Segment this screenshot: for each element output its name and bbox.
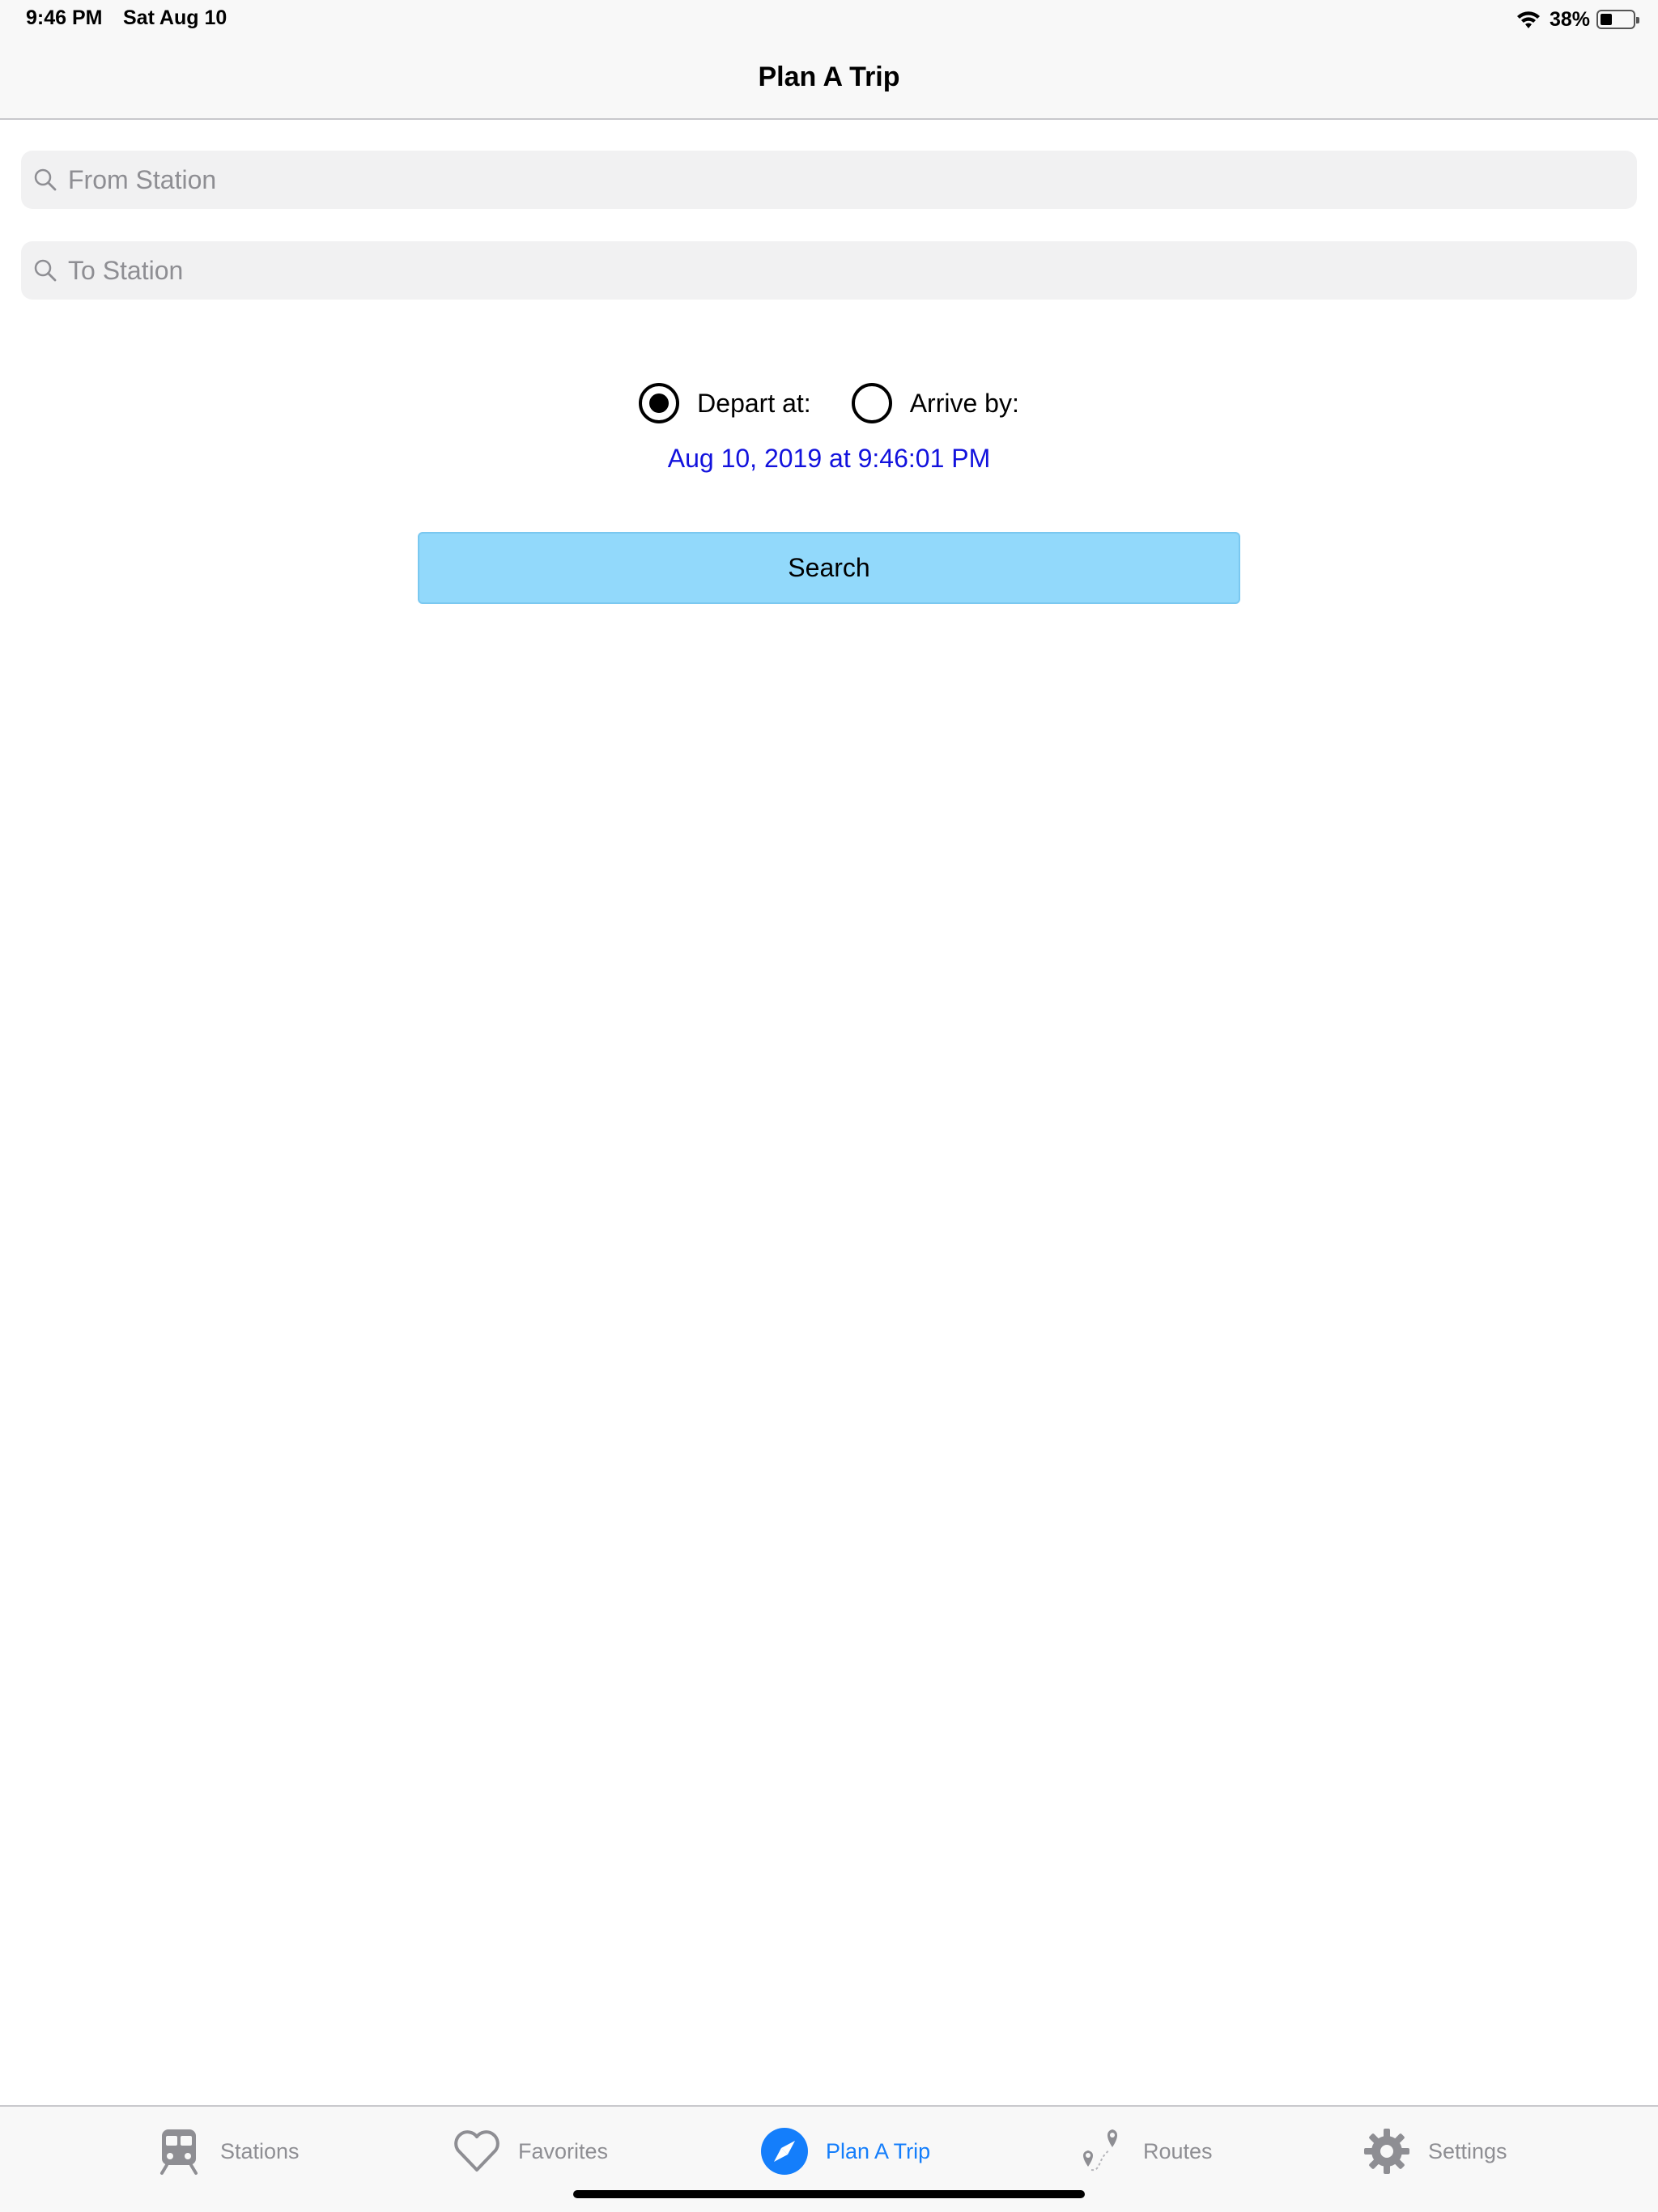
depart-at-label: Depart at: xyxy=(697,388,811,418)
to-station-input[interactable] xyxy=(68,255,1637,286)
time-mode-selector: Depart at: Arrive by: xyxy=(0,379,1658,428)
search-button[interactable]: Search xyxy=(418,532,1240,604)
tab-label: Routes xyxy=(1143,2138,1213,2163)
depart-at-option[interactable]: Depart at: xyxy=(639,383,811,423)
tab-stations[interactable]: Stations xyxy=(154,2123,300,2180)
search-icon xyxy=(34,168,57,191)
tab-settings[interactable]: Settings xyxy=(1362,2123,1507,2180)
status-indicators: 38% xyxy=(1516,6,1639,32)
status-bar: 9:46 PM Sat Aug 10 38% xyxy=(0,0,1658,39)
route-pins-icon xyxy=(1083,2129,1117,2172)
page-title: Plan A Trip xyxy=(758,62,900,92)
tab-label: Stations xyxy=(220,2138,300,2163)
status-date: Sat Aug 10 xyxy=(123,6,227,29)
battery-tip xyxy=(1636,17,1639,23)
arrive-by-label: Arrive by: xyxy=(909,388,1019,418)
wifi-icon xyxy=(1516,11,1540,28)
status-time: 9:46 PM xyxy=(26,6,103,29)
tab-label: Plan A Trip xyxy=(826,2138,931,2163)
navigation-bar: Plan A Trip xyxy=(0,39,1658,120)
heart-icon xyxy=(454,2130,500,2172)
to-station-field[interactable] xyxy=(21,241,1637,300)
home-indicator[interactable] xyxy=(573,2190,1085,2198)
arrive-by-option[interactable]: Arrive by: xyxy=(851,383,1019,423)
battery-icon xyxy=(1596,10,1639,29)
train-icon xyxy=(160,2129,198,2175)
tab-label: Favorites xyxy=(518,2138,609,2163)
compass-icon xyxy=(761,2128,808,2175)
search-icon xyxy=(34,259,57,282)
arrive-by-radio[interactable] xyxy=(851,383,892,423)
tab-label: Settings xyxy=(1428,2138,1507,2163)
depart-at-radio[interactable] xyxy=(639,383,680,423)
battery-level xyxy=(1601,14,1612,25)
tab-routes[interactable]: Routes xyxy=(1077,2123,1213,2180)
datetime-picker-link[interactable]: Aug 10, 2019 at 9:46:01 PM xyxy=(0,444,1658,474)
tab-favorites[interactable]: Favorites xyxy=(452,2123,608,2180)
from-station-field[interactable] xyxy=(21,151,1637,209)
tab-plan-a-trip[interactable]: Plan A Trip xyxy=(759,2123,930,2180)
from-station-input[interactable] xyxy=(68,164,1637,195)
battery-percentage: 38% xyxy=(1549,7,1590,31)
gear-icon xyxy=(1364,2129,1409,2174)
